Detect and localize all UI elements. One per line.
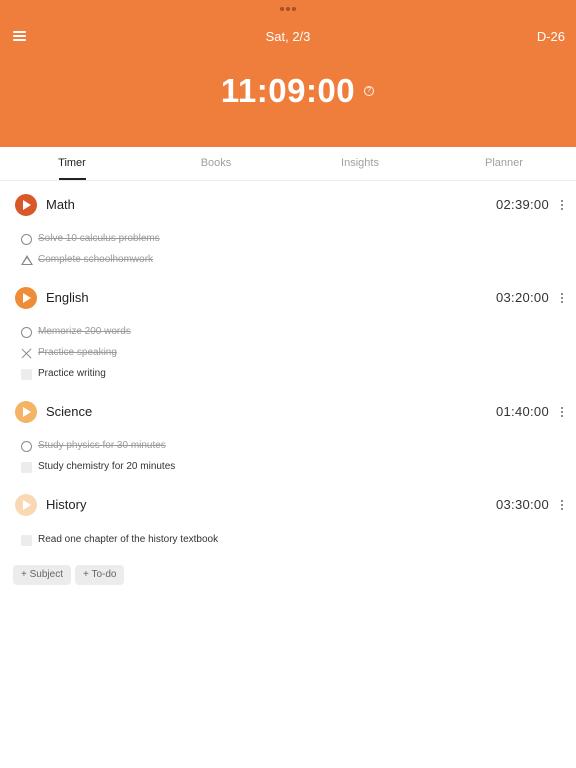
todo-label: Practice writing bbox=[38, 368, 106, 379]
todo-item[interactable]: Memorize 200 words bbox=[0, 325, 576, 341]
subject-name: Math bbox=[46, 197, 75, 212]
todo-label: Study physics for 30 minutes bbox=[38, 440, 166, 451]
play-icon[interactable] bbox=[15, 194, 37, 216]
todo-label: Study chemistry for 20 minutes bbox=[38, 461, 176, 472]
todo-label: Read one chapter of the history textbook bbox=[38, 534, 219, 545]
tab-timer[interactable]: Timer bbox=[32, 157, 112, 169]
total-time-clock: 11:09:00 bbox=[220, 72, 356, 109]
play-icon[interactable] bbox=[15, 401, 37, 423]
subject-time: 02:39:00 bbox=[495, 197, 549, 212]
subject-time: 03:20:00 bbox=[495, 290, 549, 305]
triangle-icon[interactable] bbox=[21, 255, 33, 265]
add-subject-button[interactable]: + Subject bbox=[13, 565, 71, 585]
active-tab-indicator bbox=[59, 178, 86, 180]
circle-icon[interactable] bbox=[21, 234, 32, 245]
subject-row-math[interactable]: Math 02:39:00 bbox=[0, 194, 576, 218]
add-todo-button[interactable]: + To-do bbox=[75, 565, 125, 585]
circle-icon[interactable] bbox=[21, 327, 32, 338]
dday-counter[interactable]: D-26 bbox=[537, 29, 565, 44]
subject-name: English bbox=[46, 290, 89, 305]
subject-row-english[interactable]: English 03:20:00 bbox=[0, 287, 576, 311]
date-label: Sat, 2/3 bbox=[265, 29, 311, 44]
header: Sat, 2/3 D-26 11:09:00 ? bbox=[0, 0, 576, 147]
checkbox[interactable] bbox=[21, 535, 32, 546]
todo-item[interactable]: Solve 10 calculus problems bbox=[0, 232, 576, 248]
todo-label: Solve 10 calculus problems bbox=[38, 233, 160, 244]
todo-item[interactable]: Study chemistry for 20 minutes bbox=[0, 460, 576, 476]
circle-icon[interactable] bbox=[21, 441, 32, 452]
tab-bar: Timer Books Insights Planner bbox=[0, 147, 576, 181]
play-icon[interactable] bbox=[15, 287, 37, 309]
subject-name: History bbox=[46, 497, 87, 512]
checkbox[interactable] bbox=[21, 369, 32, 380]
todo-label: Complete schoolhomwork bbox=[38, 254, 154, 265]
play-icon[interactable] bbox=[15, 494, 37, 516]
checkbox[interactable] bbox=[21, 462, 32, 473]
more-options-icon[interactable] bbox=[560, 499, 564, 511]
todo-item[interactable]: Practice speaking bbox=[0, 346, 576, 362]
cross-icon[interactable] bbox=[21, 348, 32, 359]
todo-label: Practice speaking bbox=[38, 347, 117, 358]
subject-row-science[interactable]: Science 01:40:00 bbox=[0, 401, 576, 425]
subject-time: 03:30:00 bbox=[495, 497, 549, 512]
tab-insights[interactable]: Insights bbox=[320, 157, 400, 169]
todo-item[interactable]: Complete schoolhomwork bbox=[0, 253, 576, 269]
subject-name: Science bbox=[46, 404, 93, 419]
subject-time: 01:40:00 bbox=[495, 404, 549, 419]
more-dots-icon[interactable] bbox=[280, 7, 296, 11]
tab-planner[interactable]: Planner bbox=[464, 157, 544, 169]
tab-books[interactable]: Books bbox=[176, 157, 256, 169]
more-options-icon[interactable] bbox=[560, 199, 564, 211]
todo-item[interactable]: Read one chapter of the history textbook bbox=[0, 533, 576, 549]
todo-item[interactable]: Study physics for 30 minutes bbox=[0, 439, 576, 455]
todo-item[interactable]: Practice writing bbox=[0, 367, 576, 383]
help-icon[interactable]: ? bbox=[364, 86, 374, 96]
more-options-icon[interactable] bbox=[560, 406, 564, 418]
todo-label: Memorize 200 words bbox=[38, 326, 131, 337]
subject-row-history[interactable]: History 03:30:00 bbox=[0, 494, 576, 518]
more-options-icon[interactable] bbox=[560, 292, 564, 304]
